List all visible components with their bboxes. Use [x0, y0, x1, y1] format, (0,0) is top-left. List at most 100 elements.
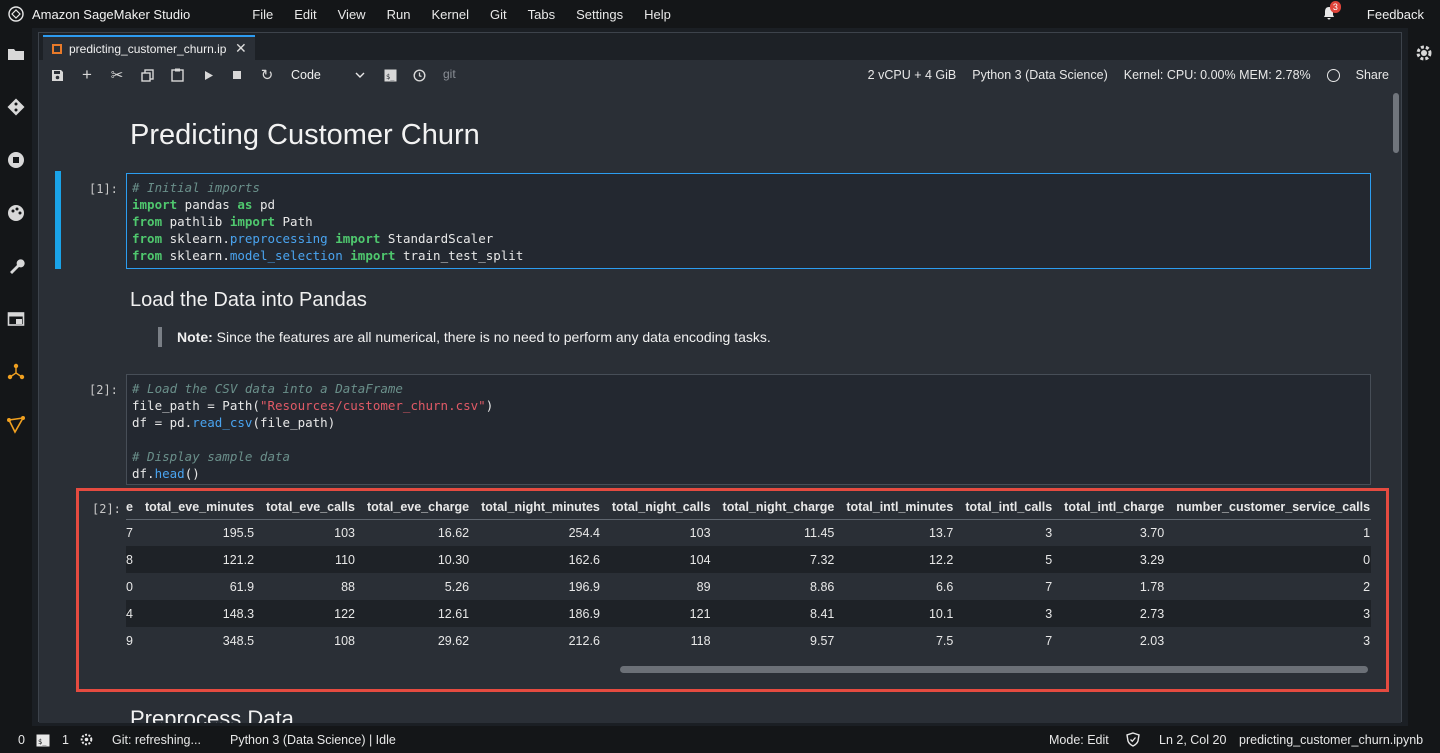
code-cell-imports[interactable]: # Initial imports import pandas as pd fr…: [126, 173, 1371, 269]
table-cell: 3.29: [1058, 546, 1171, 573]
cell1-prompt: [1]:: [89, 182, 118, 196]
horizontal-scrollbar[interactable]: [620, 666, 1368, 673]
table-cell: 0: [1170, 546, 1371, 573]
vertical-scrollbar[interactable]: [1393, 93, 1399, 153]
notebook-panel: predicting_customer_churn.ip ✕ + ✂ ↻ Cod…: [38, 32, 1402, 723]
status-filename: predicting_customer_churn.ipynb: [1239, 733, 1424, 747]
terminal-icon[interactable]: $_: [382, 67, 398, 83]
dataframe-output: e total_eve_minutes total_eve_calls total_e…: [126, 495, 1371, 675]
tab-bar: predicting_customer_churn.ip ✕: [39, 33, 1401, 60]
add-cell-icon[interactable]: +: [79, 65, 95, 84]
cut-icon[interactable]: ✂: [109, 67, 125, 84]
table-cell: 88: [341, 579, 355, 594]
table-cell: 3: [959, 600, 1059, 627]
column-header: number_customer_service_calls: [1170, 495, 1371, 520]
menu-tabs[interactable]: Tabs: [528, 7, 555, 22]
kernel-settings-icon[interactable]: [80, 733, 93, 749]
git-button[interactable]: git: [443, 67, 456, 81]
active-cell-indicator: [55, 171, 61, 269]
notifications-button[interactable]: 3: [1321, 1, 1341, 23]
section-heading-load: Load the Data into Pandas: [130, 289, 367, 311]
left-sidebar: [0, 28, 32, 726]
table-row: 8121.211010.30162.61047.3212.253.2900: [126, 546, 1371, 573]
save-icon[interactable]: [49, 67, 65, 83]
table-cell: 10.1: [840, 600, 960, 627]
folder-icon[interactable]: [6, 44, 26, 64]
clock-icon[interactable]: [411, 67, 427, 83]
table-cell: 348.5: [222, 633, 255, 648]
menu-edit[interactable]: Edit: [294, 7, 316, 22]
palette-icon[interactable]: [6, 203, 26, 223]
menu-run[interactable]: Run: [387, 7, 411, 22]
table-cell: 104: [605, 546, 717, 573]
table-cell: 6.6: [935, 579, 954, 594]
menu-file[interactable]: File: [252, 7, 273, 22]
close-icon[interactable]: ✕: [235, 40, 247, 57]
table-cell: 103: [689, 525, 711, 540]
terminal-count[interactable]: 1: [62, 733, 69, 747]
column-header: total_intl_charge: [1058, 495, 1171, 520]
table-body: 7195.510316.62254.410311.4513.733.701081…: [126, 519, 1371, 654]
pipeline-icon[interactable]: [6, 415, 26, 435]
kernel-usage: Kernel: CPU: 0.00% MEM: 2.78%: [1123, 68, 1311, 82]
table-cell: 2.73: [1058, 600, 1171, 627]
git-status[interactable]: Git: refreshing...: [112, 733, 201, 747]
table-cell: 9: [126, 633, 133, 648]
column-header: total_intl_minutes: [840, 495, 960, 520]
feedback-button[interactable]: Feedback: [1367, 7, 1424, 22]
table-cell: 2: [1363, 579, 1371, 594]
notebook-content: Predicting Customer Churn [1]: # Initial…: [39, 91, 1401, 723]
note-text: Since the features are all numerical, th…: [212, 329, 771, 345]
tabs-icon[interactable]: [6, 309, 26, 329]
share-button[interactable]: Share: [1356, 68, 1389, 82]
table-cell: 7: [126, 525, 133, 540]
run-icon[interactable]: [200, 67, 216, 83]
table-cell: 196.9: [568, 579, 600, 594]
svg-text:$_: $_: [386, 73, 395, 81]
code-cell-load-csv[interactable]: # Load the CSV data into a DataFrame fil…: [126, 374, 1371, 485]
git-icon[interactable]: [6, 97, 26, 117]
table-cell: 16.62: [437, 525, 470, 540]
graph-nodes-icon[interactable]: [6, 362, 26, 382]
table-cell: 108: [334, 633, 355, 648]
cell-type-select[interactable]: Code: [291, 66, 365, 84]
kernel-name[interactable]: Python 3 (Data Science): [972, 68, 1108, 82]
status-count[interactable]: 0: [18, 733, 25, 747]
section-heading-preprocess: Preprocess Data: [130, 706, 294, 723]
table-cell: 9.57: [810, 633, 835, 648]
kernel-status[interactable]: Python 3 (Data Science) | Idle: [230, 733, 396, 747]
menu-git[interactable]: Git: [490, 7, 507, 22]
edit-mode[interactable]: Mode: Edit: [1049, 733, 1109, 747]
menu-help[interactable]: Help: [644, 7, 671, 22]
wrench-icon[interactable]: [6, 256, 26, 276]
menu-view[interactable]: View: [338, 7, 366, 22]
table-header-row: e total_eve_minutes total_eve_calls total_e…: [126, 495, 1371, 520]
menu-settings[interactable]: Settings: [576, 7, 623, 22]
output-highlight-box: [2]: e total_eve_minutes total_eve_calls to…: [76, 488, 1389, 692]
restart-icon[interactable]: ↻: [259, 67, 275, 84]
menu-kernel[interactable]: Kernel: [431, 7, 469, 22]
shield-icon[interactable]: [1126, 732, 1140, 750]
right-sidebar: [1408, 28, 1440, 726]
stop-circle-icon[interactable]: [6, 150, 26, 170]
table-row: 9348.510829.62212.61189.577.572.0330: [126, 627, 1371, 654]
copy-icon[interactable]: [139, 67, 155, 83]
out2-prompt: [2]:: [92, 502, 121, 516]
column-header: total_eve_minutes: [138, 495, 261, 520]
status-bar: 0 $_ 1 Git: refreshing... Python 3 (Data…: [0, 726, 1440, 753]
table-cell: 122: [260, 600, 361, 627]
instance-type[interactable]: 2 vCPU + 4 GiB: [868, 68, 957, 82]
table-cell: 148.3: [138, 600, 261, 627]
tab-notebook[interactable]: predicting_customer_churn.ip ✕: [43, 35, 255, 60]
menu-bar: Amazon SageMaker Studio File Edit View R…: [0, 0, 1440, 28]
table-cell: 212.6: [568, 633, 600, 648]
stop-icon[interactable]: [229, 67, 245, 83]
gear-icon[interactable]: [1415, 44, 1433, 67]
table-cell: 89: [696, 579, 711, 594]
column-header: total_intl_calls: [959, 495, 1059, 520]
paste-icon[interactable]: [169, 67, 185, 83]
notebook-icon: [52, 43, 62, 54]
table-cell: 4: [126, 600, 139, 627]
notebook-title: Predicting Customer Churn: [130, 119, 480, 151]
cursor-position[interactable]: Ln 2, Col 20: [1159, 733, 1226, 747]
